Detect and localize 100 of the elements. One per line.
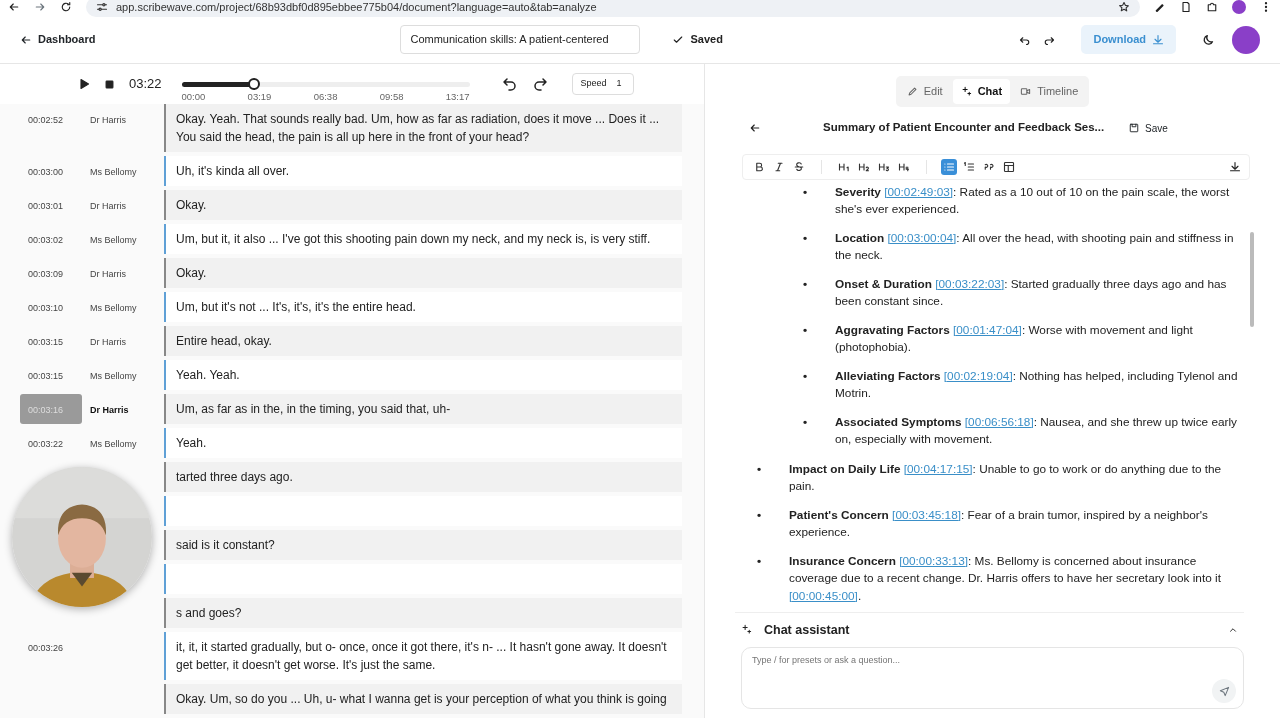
video-icon (1020, 85, 1032, 97)
speaker-name: Ms Bellomy (89, 234, 138, 247)
summary-item: Severity [00:02:49:03]: Rated as a 10 out of 10 on the pain scale, the worst she's ever experienced. (835, 184, 1230, 216)
document-icon[interactable] (1180, 1, 1192, 13)
pen-icon[interactable] (1154, 1, 1166, 13)
transcript-segment[interactable]: Okay. Yeah. That sounds really bad. Um, how as far as radiation, does it move ... Does it ... You said the head, the pain is all up here in the front of your head? (164, 104, 682, 152)
rewind-icon[interactable] (501, 76, 518, 92)
timestamp[interactable]: 00:03:15 (20, 360, 82, 390)
progress-thumb[interactable] (247, 77, 260, 90)
speaker-name: Dr Harris (89, 336, 127, 349)
pencil-icon (906, 85, 918, 97)
transcript-segment[interactable]: Okay. Um, so do you ... Uh, u- what I wanna get is your perception of what you think is going (164, 684, 682, 714)
summary-item: Associated Symptoms [00:06:56:18]: Nausea, and she threw up twice early on, especially with movement. (835, 414, 1237, 446)
speaker-name: Ms Bellomy (89, 302, 138, 315)
timestamp-link[interactable]: [00:03:45:18] (892, 507, 961, 522)
speaker-name: Dr Harris (89, 114, 127, 127)
transcript-segment[interactable]: Um, but it, it also ... I've got this shooting pain down my neck, and my neck is, is very stiff. (164, 224, 682, 254)
forward-skip-icon[interactable] (531, 76, 548, 92)
bullet-mark: • (757, 552, 763, 570)
speaker-name: Ms Bellomy (89, 166, 138, 179)
download-icon[interactable] (1229, 160, 1241, 173)
bullet-mark: • (803, 229, 809, 247)
back-arrow-icon[interactable] (749, 122, 761, 134)
puzzle-icon[interactable] (1206, 1, 1218, 13)
transcript-segment[interactable]: Yeah. Yeah. (164, 360, 682, 390)
timestamp-link[interactable]: [00:00:45:00] (789, 588, 858, 603)
timestamp[interactable]: 00:03:00 (20, 156, 82, 186)
scrollbar[interactable] (1250, 231, 1254, 327)
transcript-segment[interactable]: Okay. (164, 190, 682, 220)
title-field[interactable]: Communication skills: A patient-centered (400, 25, 641, 54)
timestamp-link[interactable]: [00:06:56:18] (964, 414, 1034, 429)
strikethrough-icon[interactable] (793, 160, 805, 173)
numbered-list-icon[interactable] (963, 160, 975, 173)
speed-select[interactable]: Speed 1 (571, 73, 634, 95)
save-icon (1129, 123, 1139, 133)
forward-icon[interactable] (34, 1, 46, 13)
view-tab[interactable]: Timeline (1012, 79, 1087, 104)
timestamp-link[interactable]: [00:00:33:13] (899, 553, 968, 568)
site-settings-icon[interactable] (96, 1, 108, 13)
speaker-name: Ms Bellomy (89, 438, 138, 451)
heading-3-icon[interactable] (878, 160, 890, 173)
reload-icon[interactable] (60, 1, 72, 13)
italic-icon[interactable] (773, 160, 785, 173)
user-avatar[interactable] (1232, 25, 1260, 54)
send-icon (1218, 685, 1230, 697)
transcript-segment[interactable]: Um, as far as in the, in the timing, you said that, uh- (164, 394, 682, 424)
time-tick: 06:38 (313, 89, 338, 104)
timestamp-link[interactable]: [00:02:19:04] (943, 368, 1013, 383)
dashboard-link[interactable]: Dashboard (20, 31, 96, 48)
bold-icon[interactable] (753, 160, 765, 173)
view-tab[interactable]: Edit (898, 79, 951, 104)
summary-item: Insurance Concern [00:00:33:13]: Ms. Bellomy is concerned about insurance coverage due to a recent change. Dr. Harris offers to have her secretary look into it [00:00:45:00]. (789, 553, 1221, 603)
saved-status: Saved (690, 32, 723, 48)
profile-avatar[interactable] (1232, 0, 1246, 14)
chat-input[interactable]: Type / for presets or ask a question... (741, 647, 1244, 710)
heading-2-icon[interactable] (858, 160, 870, 173)
speaker-name: Dr Harris (89, 268, 127, 281)
time-tick: 03:19 (247, 89, 272, 104)
transcript-segment[interactable]: Okay. (164, 258, 682, 288)
bullet-mark: • (803, 183, 809, 201)
transcript-segment[interactable]: tarted three days ago. (164, 462, 682, 492)
moon-icon[interactable] (1202, 32, 1216, 47)
summary-item: Alleviating Factors [00:02:19:04]: Nothing has helped, including Tylenol and Motrin. (835, 368, 1238, 400)
save-button[interactable]: Save (1123, 118, 1174, 138)
timestamp[interactable]: 00:03:26 (20, 632, 82, 662)
star-icon[interactable] (1118, 1, 1130, 13)
speaker-name: Dr Harris (89, 404, 130, 417)
summary-item: Location [00:03:00:04]: All over the head, with shooting pain and stiffness in the neck. (835, 230, 1234, 262)
transcript-segment[interactable]: Entire head, okay. (164, 326, 682, 356)
timestamp[interactable]: 00:03:15 (20, 326, 82, 356)
timestamp[interactable]: 00:03:09 (20, 258, 82, 288)
summary-item: Onset & Duration [00:03:22:03]: Started gradually three days ago and has been constant since. (835, 276, 1227, 308)
timestamp[interactable]: 00:03:01 (20, 190, 82, 220)
summary-item: Aggravating Factors [00:01:47:04]: Worse with movement and light (photophobia). (835, 322, 1193, 354)
chat-panel-title: Chat assistant (764, 621, 850, 639)
timestamp-link[interactable]: [00:01:47:04] (953, 322, 1022, 337)
table-icon[interactable] (1003, 160, 1015, 173)
transcript-segment[interactable]: Um, but it's not ... It's, it's, it's the entire head. (164, 292, 682, 322)
transcript-segment[interactable]: Uh, it's kinda all over. (164, 156, 682, 186)
transcript-segment[interactable]: it, it, it started gradually, but o- once, once it got there, it's n- ... It hasn't gone away. It doesn't get better, it doesn't get worse. It's just the same. (164, 632, 682, 680)
timestamp[interactable]: 00:03:10 (20, 292, 82, 322)
stop-icon[interactable] (104, 78, 115, 90)
time-tick: 09:58 (379, 89, 404, 104)
timestamp[interactable]: 00:03:22 (20, 428, 82, 458)
heading-1-icon[interactable] (838, 160, 850, 173)
timestamp-link[interactable]: [00:04:17:15] (903, 461, 973, 476)
back-icon[interactable] (8, 1, 20, 13)
timestamp[interactable]: 00:02:52 (20, 104, 82, 134)
play-icon[interactable] (78, 78, 90, 90)
playback-time: 03:22 (129, 75, 162, 94)
view-tab[interactable]: Chat (952, 79, 1011, 104)
bullet-mark: • (757, 460, 763, 478)
speaker-name: Dr Harris (89, 200, 127, 213)
transcript-segment[interactable]: said is it constant? (164, 530, 682, 560)
timestamp[interactable]: 00:03:02 (20, 224, 82, 254)
download-icon (1152, 33, 1164, 46)
transcript-segment[interactable]: Yeah. (164, 428, 682, 458)
time-tick: 13:17 (445, 89, 470, 104)
heading-4-icon[interactable] (898, 160, 910, 173)
transcript-segment[interactable]: s and goes? (164, 598, 682, 628)
